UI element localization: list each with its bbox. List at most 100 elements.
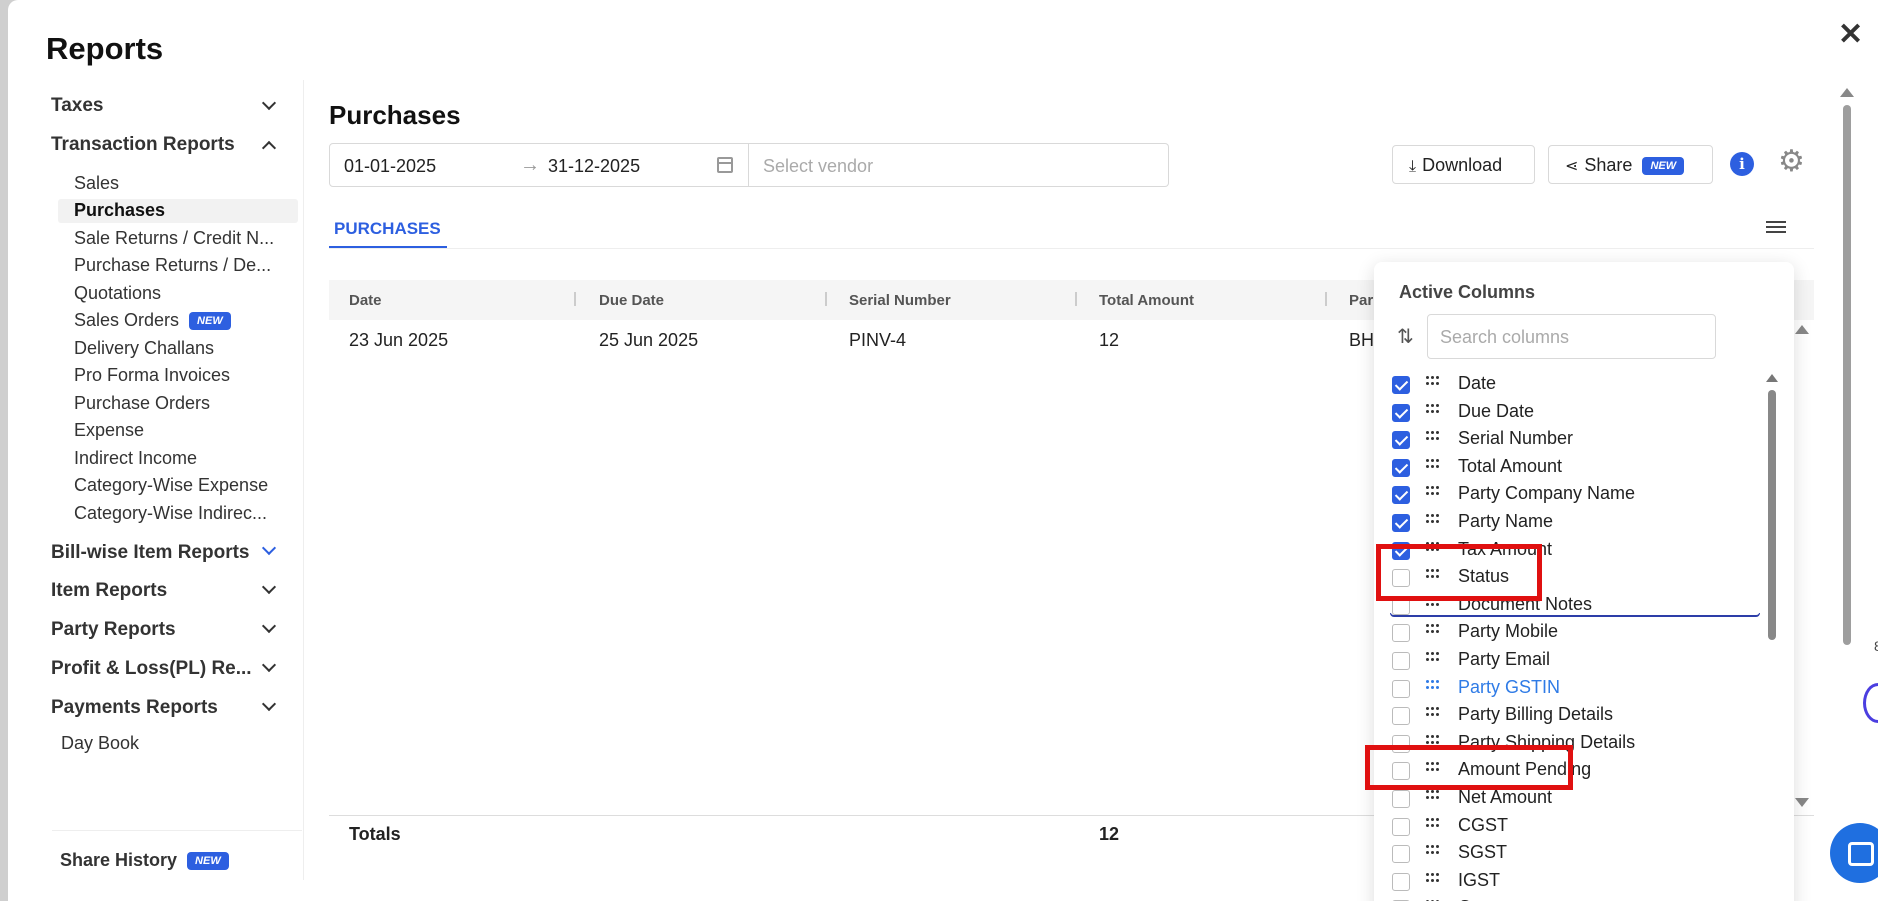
drag-handle-icon[interactable] [1426,652,1440,662]
column-option-row[interactable]: Total Amount [1392,454,1762,480]
sidebar-item-day-book[interactable]: Day Book [61,733,139,754]
column-option-row[interactable]: Party Name [1392,509,1762,535]
drag-handle-icon[interactable] [1426,458,1440,469]
sidebar-section-party-reports[interactable]: Party Reports [51,619,176,641]
sidebar-section-transaction-reports[interactable]: Transaction Reports [51,134,235,156]
column-option-row[interactable]: SGST [1392,840,1762,866]
drag-handle-icon[interactable] [1426,514,1440,524]
sidebar-section-bill-wise-item-reports[interactable]: Bill-wise Item Reports [51,542,250,564]
column-option-row[interactable]: Party Company Name [1392,481,1762,507]
drag-handle-icon[interactable] [1426,376,1440,386]
sidebar-item-indirect-income[interactable]: Indirect Income [74,448,197,469]
drag-handle-icon[interactable] [1426,679,1440,690]
date-range-picker[interactable]: 01-01-2025 → 31-12-2025 [329,143,749,187]
share-button[interactable]: ⋖ Share NEW [1548,145,1713,184]
column-option-row[interactable]: CGST [1392,813,1762,839]
column-option-row[interactable]: IGST [1392,868,1762,894]
download-icon: ⤓ [1409,158,1417,175]
column-header-total-amount[interactable]: Total Amount [1099,292,1194,309]
sidebar-item-pro-forma-invoices[interactable]: Pro Forma Invoices [74,365,230,386]
drag-handle-icon[interactable] [1426,845,1440,855]
sidebar-item-category-wise-expense[interactable]: Category-Wise Expense [74,475,268,496]
drag-handle-icon[interactable] [1426,486,1440,496]
sidebar-item-purchases[interactable]: Purchases [74,200,165,221]
column-header-date[interactable]: Date [349,292,382,309]
side-widget-icon[interactable]: 88 [1874,638,1878,654]
sidebar-item-category-wise-indirect[interactable]: Category-Wise Indirec... [74,503,267,524]
close-icon[interactable]: ✕ [1838,20,1863,50]
column-settings-icon[interactable] [1766,218,1786,236]
scroll-up-icon[interactable] [1840,88,1854,97]
column-resize-handle[interactable] [1075,292,1077,306]
date-to-input[interactable]: 31-12-2025 [548,156,640,177]
column-option-row[interactable]: Party GSTIN [1392,675,1762,701]
drag-handle-icon[interactable] [1426,707,1440,717]
vendor-select[interactable]: Select vendor [749,143,1169,187]
scrollbar[interactable] [1768,390,1776,640]
column-checkbox[interactable] [1392,679,1410,698]
assistant-icon[interactable] [1863,683,1878,723]
search-columns-input[interactable]: Search columns [1427,314,1716,359]
column-checkbox[interactable] [1392,817,1410,836]
column-option-row[interactable]: C [1392,895,1762,901]
column-checkbox[interactable] [1392,431,1410,450]
sidebar-item-sales[interactable]: Sales [74,173,119,194]
column-header-party[interactable]: Par [1349,292,1373,309]
sidebar-section-profit-loss[interactable]: Profit & Loss(PL) Re... [51,658,252,680]
column-checkbox[interactable] [1392,376,1410,394]
chat-icon[interactable] [1830,823,1878,883]
drag-handle-icon[interactable] [1426,403,1440,414]
sidebar-item-sale-returns[interactable]: Sale Returns / Credit N... [74,228,274,249]
column-header-due-date[interactable]: Due Date [599,292,664,309]
highlight-box-amount-pending [1365,745,1573,790]
column-resize-handle[interactable] [574,292,576,306]
column-checkbox[interactable] [1392,845,1410,864]
drag-handle-icon[interactable] [1426,790,1440,800]
sidebar-section-item-reports[interactable]: Item Reports [51,580,167,602]
column-option-row[interactable]: Party Mobile [1392,619,1762,645]
column-option-row[interactable]: Date [1392,371,1762,397]
date-from-input[interactable]: 01-01-2025 [344,156,436,177]
column-checkbox[interactable] [1392,707,1410,726]
gear-icon[interactable]: ⚙ [1778,147,1805,177]
sidebar-item-purchase-orders[interactable]: Purchase Orders [74,393,210,414]
drag-handle-icon[interactable] [1426,734,1440,745]
column-checkbox[interactable] [1392,458,1410,477]
share-label: Share [1584,155,1633,175]
column-header-serial-number[interactable]: Serial Number [849,292,951,309]
scroll-down-icon[interactable] [1795,798,1809,807]
scrollbar[interactable] [1843,105,1851,645]
drag-handle-icon[interactable] [1426,817,1440,828]
column-option-row[interactable]: Due Date [1392,399,1762,425]
drag-handle-icon[interactable] [1426,624,1440,634]
sidebar-item-expense[interactable]: Expense [74,420,144,441]
column-checkbox[interactable] [1392,790,1410,808]
sidebar-section-taxes[interactable]: Taxes [51,95,103,117]
share-history-link[interactable]: Share History NEW [60,850,229,871]
drag-handle-icon[interactable] [1426,431,1440,441]
column-option-row[interactable]: Party Billing Details [1392,702,1762,728]
sort-icon[interactable]: ⇅ [1397,324,1414,349]
column-option-row[interactable]: Serial Number [1392,426,1762,452]
column-checkbox[interactable] [1392,403,1410,422]
column-checkbox[interactable] [1392,514,1410,532]
column-checkbox[interactable] [1392,486,1410,505]
tab-purchases[interactable]: PURCHASES [329,215,447,249]
column-checkbox[interactable] [1392,624,1410,643]
calendar-icon[interactable] [717,157,733,173]
download-button[interactable]: ⤓ Download [1392,145,1535,184]
column-checkbox[interactable] [1392,872,1410,891]
sidebar-item-delivery-challans[interactable]: Delivery Challans [74,338,214,359]
sidebar-item-purchase-returns[interactable]: Purchase Returns / De... [74,255,271,276]
column-checkbox[interactable] [1392,652,1410,670]
column-resize-handle[interactable] [825,292,827,306]
column-option-row[interactable]: Party Email [1392,647,1762,673]
drag-handle-icon[interactable] [1426,872,1440,883]
scroll-up-icon[interactable] [1795,325,1809,334]
sidebar-item-sales-orders[interactable]: Sales Orders NEW [74,310,231,331]
column-resize-handle[interactable] [1325,292,1327,306]
sidebar-item-quotations[interactable]: Quotations [74,283,161,304]
sidebar-section-payments-reports[interactable]: Payments Reports [51,697,218,719]
scroll-up-icon[interactable] [1766,374,1778,382]
info-icon[interactable]: i [1730,152,1754,176]
